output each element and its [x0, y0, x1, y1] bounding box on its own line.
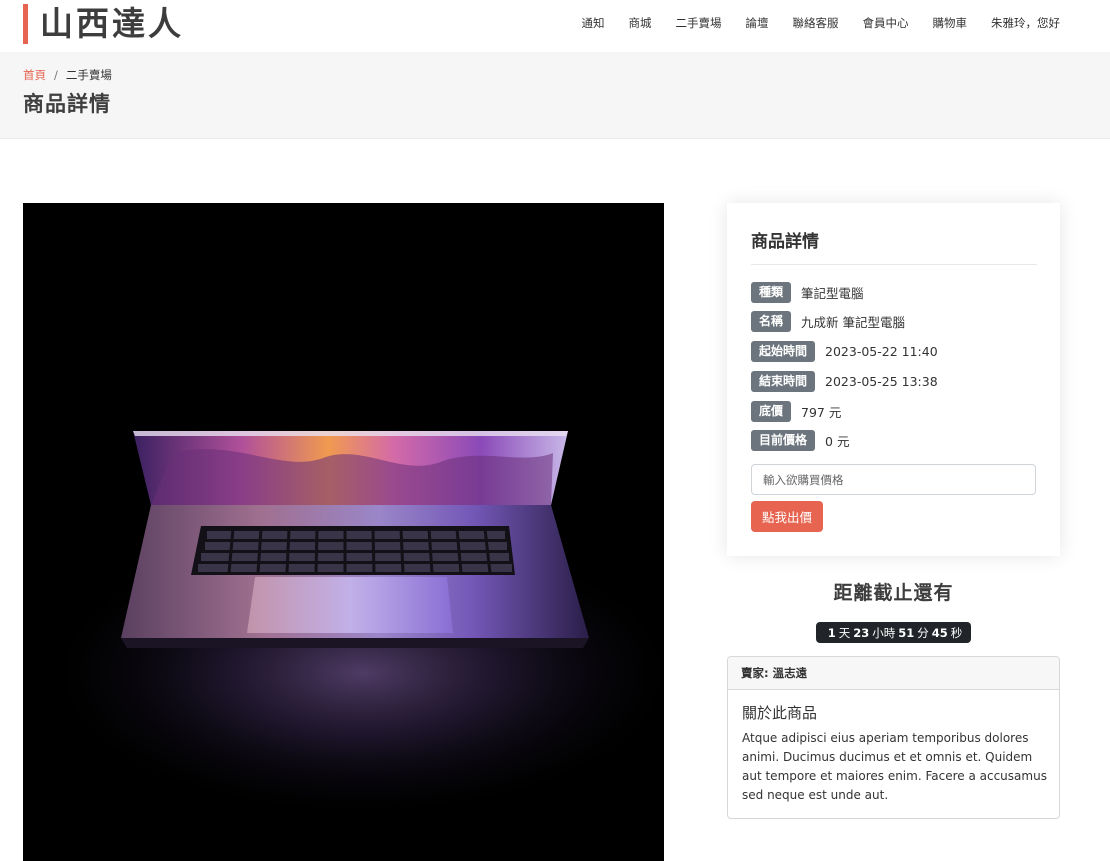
nav-item-mall[interactable]: 商城: [629, 14, 652, 32]
about-product-title: 關於此商品: [742, 704, 818, 722]
nav-item-user-greeting[interactable]: 朱雅玲，您好: [991, 14, 1060, 32]
countdown-title: 距離截止還有: [833, 582, 954, 604]
detail-list: 種類 筆記型電腦 名稱 九成新 筆記型電腦 起始時間 2023-05-22 11…: [751, 281, 938, 460]
nav-item-cart[interactable]: 購物車: [933, 14, 968, 32]
product-image: [23, 203, 664, 861]
product-detail-card: 商品詳情 種類 筆記型電腦 名稱 九成新 筆記型電腦 起始時間 2023-05-…: [727, 203, 1060, 556]
site-logo[interactable]: 山西達人: [40, 2, 184, 46]
main-nav: 通知 商城 二手賣場 論壇 聯絡客服 會員中心 購物車 朱雅玲，您好: [558, 14, 1061, 32]
countdown-minutes-unit: 分: [917, 625, 929, 640]
nav-item-forum[interactable]: 論壇: [746, 14, 769, 32]
countdown-days-unit: 天: [838, 625, 851, 640]
countdown-seconds-unit: 秒: [950, 625, 963, 640]
detail-row-reserve-price: 底價 797 元: [751, 400, 938, 422]
detail-value: 0 元: [825, 434, 850, 450]
breadcrumb-home-link[interactable]: 首頁: [23, 67, 46, 83]
countdown-minutes: 51: [898, 625, 915, 640]
seller-name: 溫志遠: [772, 666, 808, 680]
nav-item-support[interactable]: 聯絡客服: [793, 14, 839, 32]
detail-row-category: 種類 筆記型電腦: [751, 281, 938, 303]
detail-label-badge: 結束時間: [751, 370, 816, 392]
site-header: 山西達人 通知 商城 二手賣場 論壇 聯絡客服 會員中心 購物車 朱雅玲，您好: [0, 0, 1110, 52]
page-header-band: 首頁 / 二手賣場 商品詳情: [0, 52, 1110, 139]
logo-accent-bar: [23, 4, 28, 44]
countdown-days: 1: [827, 625, 836, 640]
nav-item-secondhand[interactable]: 二手賣場: [676, 14, 722, 32]
seller-card: 賣家: 溫志遠 關於此商品 Atque adipisci eius aperia…: [727, 656, 1060, 819]
detail-value: 2023-05-22 11:40: [825, 344, 938, 360]
countdown-hours: 23: [853, 625, 870, 640]
detail-value: 2023-05-25 13:38: [825, 373, 938, 389]
detail-value: 筆記型電腦: [801, 285, 864, 301]
countdown-seconds: 45: [931, 625, 948, 640]
detail-row-current-price: 目前價格 0 元: [751, 430, 938, 452]
detail-label-badge: 底價: [751, 400, 792, 422]
detail-value: 797 元: [801, 404, 842, 420]
place-bid-button[interactable]: 點我出價: [751, 501, 823, 532]
detail-label-badge: 目前價格: [751, 430, 816, 452]
breadcrumb-separator: /: [54, 68, 58, 82]
detail-value: 九成新 筆記型電腦: [801, 315, 905, 331]
breadcrumb-current: 二手賣場: [65, 68, 112, 82]
nav-item-notifications[interactable]: 通知: [582, 14, 605, 32]
countdown-hours-unit: 小時: [872, 625, 896, 640]
breadcrumb: 首頁 / 二手賣場: [23, 67, 112, 83]
nav-item-member-center[interactable]: 會員中心: [863, 14, 909, 32]
page-title: 商品詳情: [23, 92, 111, 116]
detail-row-name: 名稱 九成新 筆記型電腦: [751, 311, 938, 333]
seller-header: 賣家: 溫志遠: [728, 657, 1059, 690]
seller-label: 賣家:: [741, 666, 769, 680]
detail-label-badge: 起始時間: [751, 341, 816, 363]
detail-label-badge: 種類: [751, 281, 792, 303]
laptop-photo: [23, 203, 664, 861]
about-product-text: Atque adipisci eius aperiam temporibus d…: [742, 731, 1047, 802]
detail-row-start-time: 起始時間 2023-05-22 11:40: [751, 341, 938, 363]
divider: [751, 264, 1037, 265]
countdown-badge: 1天 23 小時 51 分 45 秒: [816, 622, 971, 643]
detail-label-badge: 名稱: [751, 311, 792, 333]
detail-card-title: 商品詳情: [751, 232, 819, 252]
bid-price-input[interactable]: [751, 464, 1036, 495]
detail-row-end-time: 結束時間 2023-05-25 13:38: [751, 370, 938, 392]
